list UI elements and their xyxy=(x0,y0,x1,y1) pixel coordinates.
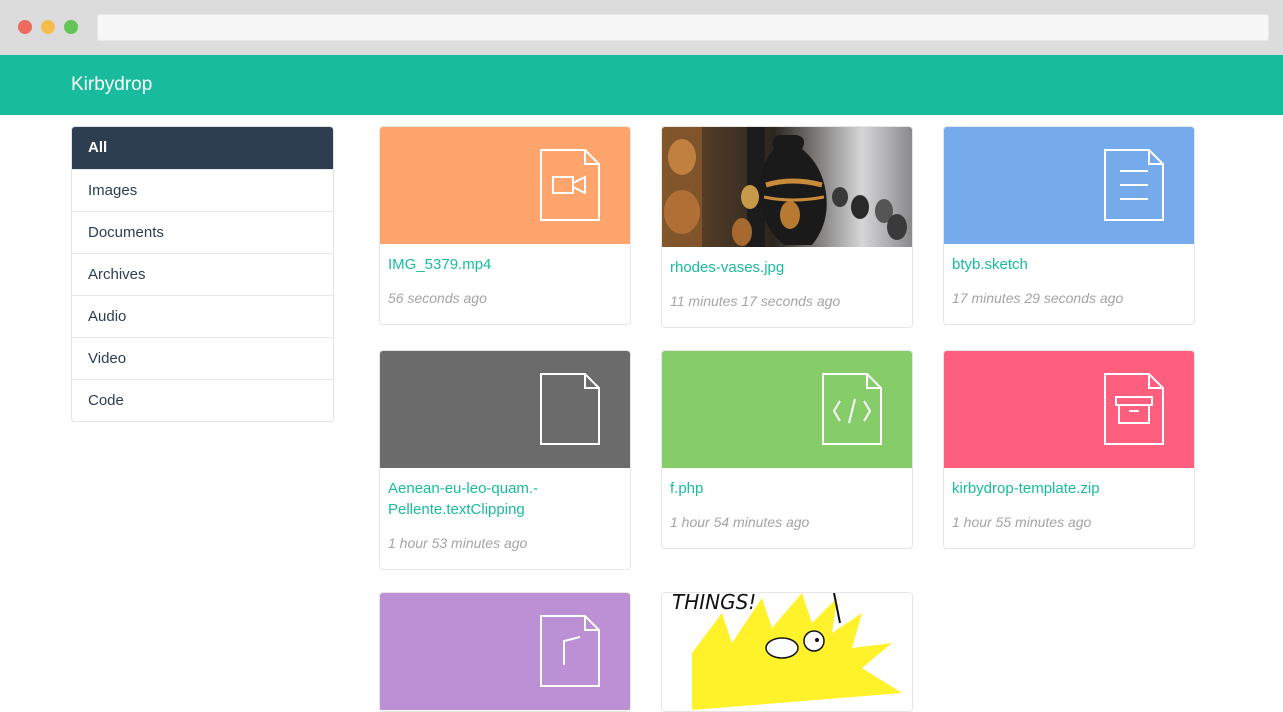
browser-chrome xyxy=(0,0,1283,55)
file-timestamp: 17 minutes 29 seconds ago xyxy=(952,290,1124,306)
comic-caption: THINGS! xyxy=(672,593,756,614)
file-card[interactable]: f.php 1 hour 54 minutes ago xyxy=(661,350,913,549)
file-thumbnail[interactable] xyxy=(380,127,630,244)
minimize-window-button[interactable] xyxy=(41,20,55,34)
file-card[interactable]: kirbydrop-template.zip 1 hour 55 minutes… xyxy=(943,350,1195,549)
app-header: Kirbydrop xyxy=(0,55,1283,115)
file-timestamp: 1 hour 54 minutes ago xyxy=(670,514,810,530)
file-thumbnail[interactable] xyxy=(662,351,912,468)
blank-file-icon xyxy=(540,373,600,445)
file-thumbnail[interactable] xyxy=(380,351,630,468)
file-name-link[interactable]: btyb.sketch xyxy=(944,244,1194,275)
file-timestamp: 11 minutes 17 seconds ago xyxy=(670,293,841,309)
file-thumbnail[interactable] xyxy=(944,127,1194,244)
photo-thumbnail[interactable] xyxy=(662,127,912,247)
file-card[interactable] xyxy=(379,592,631,712)
sidebar-item-all[interactable]: All xyxy=(72,127,333,169)
file-timestamp: 1 hour 55 minutes ago xyxy=(952,514,1092,530)
file-thumbnail[interactable] xyxy=(380,593,630,710)
file-name-link[interactable]: rhodes-vases.jpg xyxy=(662,247,912,278)
sidebar-item-code[interactable]: Code xyxy=(72,379,333,421)
comic-image: THINGS! xyxy=(672,593,902,710)
file-name-link[interactable]: Aenean-eu-leo-quam.-Pellente.textClippin… xyxy=(380,468,630,520)
sidebar-item-video[interactable]: Video xyxy=(72,337,333,379)
brand-link[interactable]: Kirbydrop xyxy=(71,74,152,96)
maximize-window-button[interactable] xyxy=(64,20,78,34)
comic-thumbnail[interactable]: THINGS! xyxy=(662,593,912,710)
file-thumbnail[interactable] xyxy=(944,351,1194,468)
audio-file-icon xyxy=(540,615,600,687)
video-file-icon xyxy=(540,149,600,221)
file-name-link[interactable]: f.php xyxy=(662,468,912,499)
sidebar-item-documents[interactable]: Documents xyxy=(72,211,333,253)
archive-file-icon xyxy=(1104,373,1164,445)
sidebar-item-audio[interactable]: Audio xyxy=(72,295,333,337)
sidebar-item-images[interactable]: Images xyxy=(72,169,333,211)
close-window-button[interactable] xyxy=(18,20,32,34)
file-name-link[interactable]: kirbydrop-template.zip xyxy=(944,468,1194,499)
file-card[interactable]: Aenean-eu-leo-quam.-Pellente.textClippin… xyxy=(379,350,631,570)
sidebar-item-archives[interactable]: Archives xyxy=(72,253,333,295)
document-file-icon xyxy=(1104,149,1164,221)
file-card[interactable]: IMG_5379.mp4 56 seconds ago xyxy=(379,126,631,325)
file-card[interactable]: THINGS! xyxy=(661,592,913,712)
code-file-icon xyxy=(822,373,882,445)
file-card[interactable]: btyb.sketch 17 minutes 29 seconds ago xyxy=(943,126,1195,325)
file-timestamp: 56 seconds ago xyxy=(388,290,487,306)
file-name-link[interactable]: IMG_5379.mp4 xyxy=(380,244,630,275)
vases-photo xyxy=(662,127,912,247)
filter-sidebar: All Images Documents Archives Audio Vide… xyxy=(71,126,334,422)
file-timestamp: 1 hour 53 minutes ago xyxy=(388,535,528,551)
file-card[interactable]: rhodes-vases.jpg 11 minutes 17 seconds a… xyxy=(661,126,913,328)
address-bar[interactable] xyxy=(97,14,1269,41)
